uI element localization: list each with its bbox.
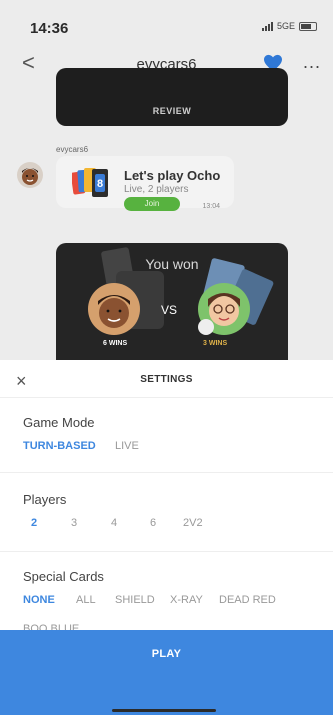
game-result-card[interactable]: You won VS 6 WINS 3 WINS bbox=[56, 243, 288, 360]
players-section: Players 2 3 4 6 2V2 bbox=[0, 473, 333, 552]
status-time: 14:36 bbox=[30, 20, 69, 37]
players-option-3[interactable]: 3 bbox=[71, 517, 77, 529]
ocho-cards-icon: 8 bbox=[72, 168, 108, 197]
special-cards-option-dead-red[interactable]: DEAD RED bbox=[219, 594, 276, 606]
play-label: PLAY bbox=[151, 648, 182, 660]
result-title: You won bbox=[145, 256, 199, 272]
more-icon[interactable]: ... bbox=[303, 52, 321, 73]
signal-icon bbox=[261, 21, 273, 31]
invite-title: Let's play Ocho bbox=[124, 168, 221, 183]
players-label: Players bbox=[23, 492, 67, 507]
sender-name: evycars6 bbox=[56, 145, 89, 154]
player-wins: 6 WINS bbox=[103, 340, 128, 347]
special-cards-option-x-ray[interactable]: X-RAY bbox=[170, 594, 203, 606]
opponent-wins: 3 WINS bbox=[203, 340, 228, 347]
players-option-2v2[interactable]: 2V2 bbox=[183, 517, 203, 529]
players-option-4[interactable]: 4 bbox=[111, 517, 117, 529]
review-card[interactable]: REVIEW bbox=[56, 68, 288, 126]
special-cards-option-all[interactable]: ALL bbox=[76, 594, 96, 606]
status-indicators: 5GE bbox=[261, 21, 317, 31]
avatar bbox=[17, 162, 43, 188]
home-indicator bbox=[112, 709, 216, 712]
game-mode-section: Game Mode TURN-BASED LIVE bbox=[0, 398, 333, 473]
invite-time: 13:04 bbox=[202, 203, 220, 210]
network-label: 5GE bbox=[276, 21, 295, 31]
settings-header: × SETTINGS bbox=[0, 362, 333, 398]
players-option-6[interactable]: 6 bbox=[150, 517, 156, 529]
card-digit: 8 bbox=[97, 178, 103, 190]
settings-sheet: × SETTINGS Game Mode TURN-BASED LIVE Pla… bbox=[0, 362, 333, 715]
game-mode-option-live[interactable]: LIVE bbox=[115, 440, 139, 452]
game-mode-label: Game Mode bbox=[23, 415, 95, 430]
battery-icon bbox=[299, 21, 317, 31]
invite-subtitle: Live, 2 players bbox=[124, 184, 189, 195]
vs-label: VS bbox=[161, 303, 178, 317]
special-cards-section: Special Cards NONE ALL SHIELD X-RAY DEAD… bbox=[0, 552, 333, 635]
chat-background: 14:36 5GE < evycars6 ... REVIEW evycars6 bbox=[0, 0, 333, 360]
game-mode-option-turn-based[interactable]: TURN-BASED bbox=[23, 440, 96, 452]
special-cards-option-shield[interactable]: SHIELD bbox=[115, 594, 155, 606]
review-label: REVIEW bbox=[152, 106, 192, 116]
game-invite-card: 8 Let's play Ocho Live, 2 players Join 1… bbox=[56, 156, 234, 211]
players-option-2[interactable]: 2 bbox=[31, 517, 37, 529]
join-button[interactable]: Join bbox=[124, 197, 180, 211]
settings-title: SETTINGS bbox=[140, 374, 193, 385]
special-cards-label: Special Cards bbox=[23, 569, 104, 584]
status-bar: 14:36 5GE bbox=[0, 0, 333, 44]
special-cards-option-none[interactable]: NONE bbox=[23, 594, 55, 606]
play-button[interactable]: PLAY bbox=[0, 630, 333, 715]
